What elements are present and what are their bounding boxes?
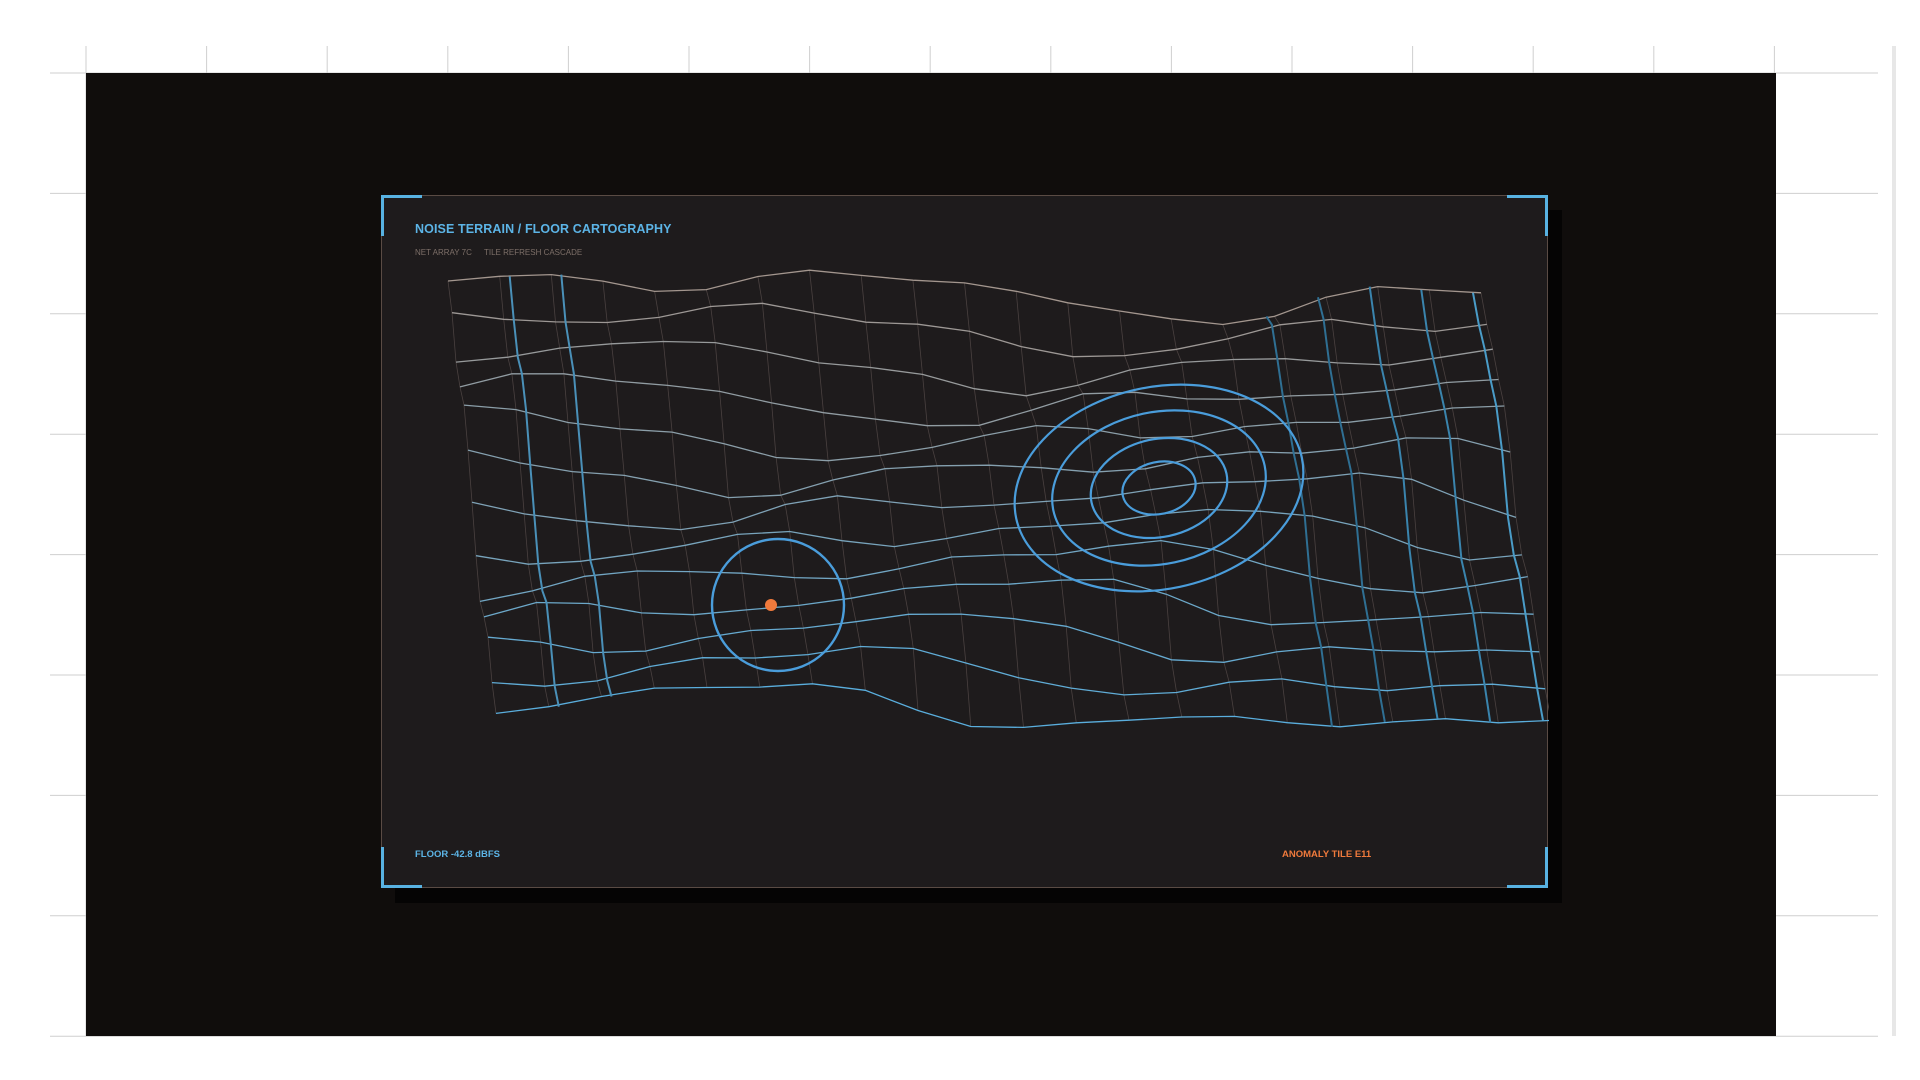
terrain-meridian: [654, 291, 708, 688]
terrain-contour: [459, 373, 1499, 427]
highlight-meridian: [1368, 286, 1439, 719]
terrain-meridian: [809, 270, 866, 691]
terrain-meridian: [1480, 292, 1549, 712]
panel-title: NOISE TERRAIN / FLOOR CARTOGRAPHY: [415, 222, 672, 236]
floor-label: FLOOR -42.8 dBFS: [415, 849, 500, 860]
highlight-meridian: [560, 274, 613, 697]
terrain-contour: [479, 539, 1528, 603]
anomaly-ring: [710, 537, 846, 673]
highlight-meridian: [1265, 315, 1333, 727]
terrain-contour: [475, 508, 1522, 565]
terrain-meridian: [1222, 324, 1288, 723]
terrain-meridian: [1067, 302, 1130, 721]
terrain-meridian: [1428, 289, 1499, 723]
terrain-contour: [447, 269, 1482, 326]
corner-bracket-icon: [1507, 847, 1548, 888]
highlight-meridian: [1317, 296, 1386, 723]
terrain-contour: [491, 645, 1546, 696]
anomaly-label: ANOMALY TILE E11: [1282, 849, 1372, 860]
terrain-meridian: [860, 275, 919, 711]
terrain-mesh: [447, 269, 1549, 729]
terrain-meridian: [1274, 316, 1341, 727]
terrain-meridian: [1325, 297, 1394, 722]
noise-terrain-plot: [447, 269, 1549, 729]
terrain-meridian: [550, 274, 602, 697]
terrain-meridian: [912, 280, 972, 727]
terrain-panel: NOISE TERRAIN / FLOOR CARTOGRAPHY NET AR…: [381, 195, 1549, 888]
terrain-meridian: [447, 280, 497, 714]
meta-array: NET ARRAY 7C: [415, 248, 472, 257]
anomaly-dot-icon: [765, 599, 777, 611]
corner-bracket-icon: [1507, 195, 1548, 236]
terrain-meridian: [1377, 286, 1446, 719]
terrain-meridian: [757, 276, 813, 684]
panel-meta: NET ARRAY 7C TILE REFRESH CASCADE: [415, 248, 592, 257]
meta-refresh: TILE REFRESH CASCADE: [484, 248, 583, 257]
terrain-meridian: [1170, 318, 1235, 717]
